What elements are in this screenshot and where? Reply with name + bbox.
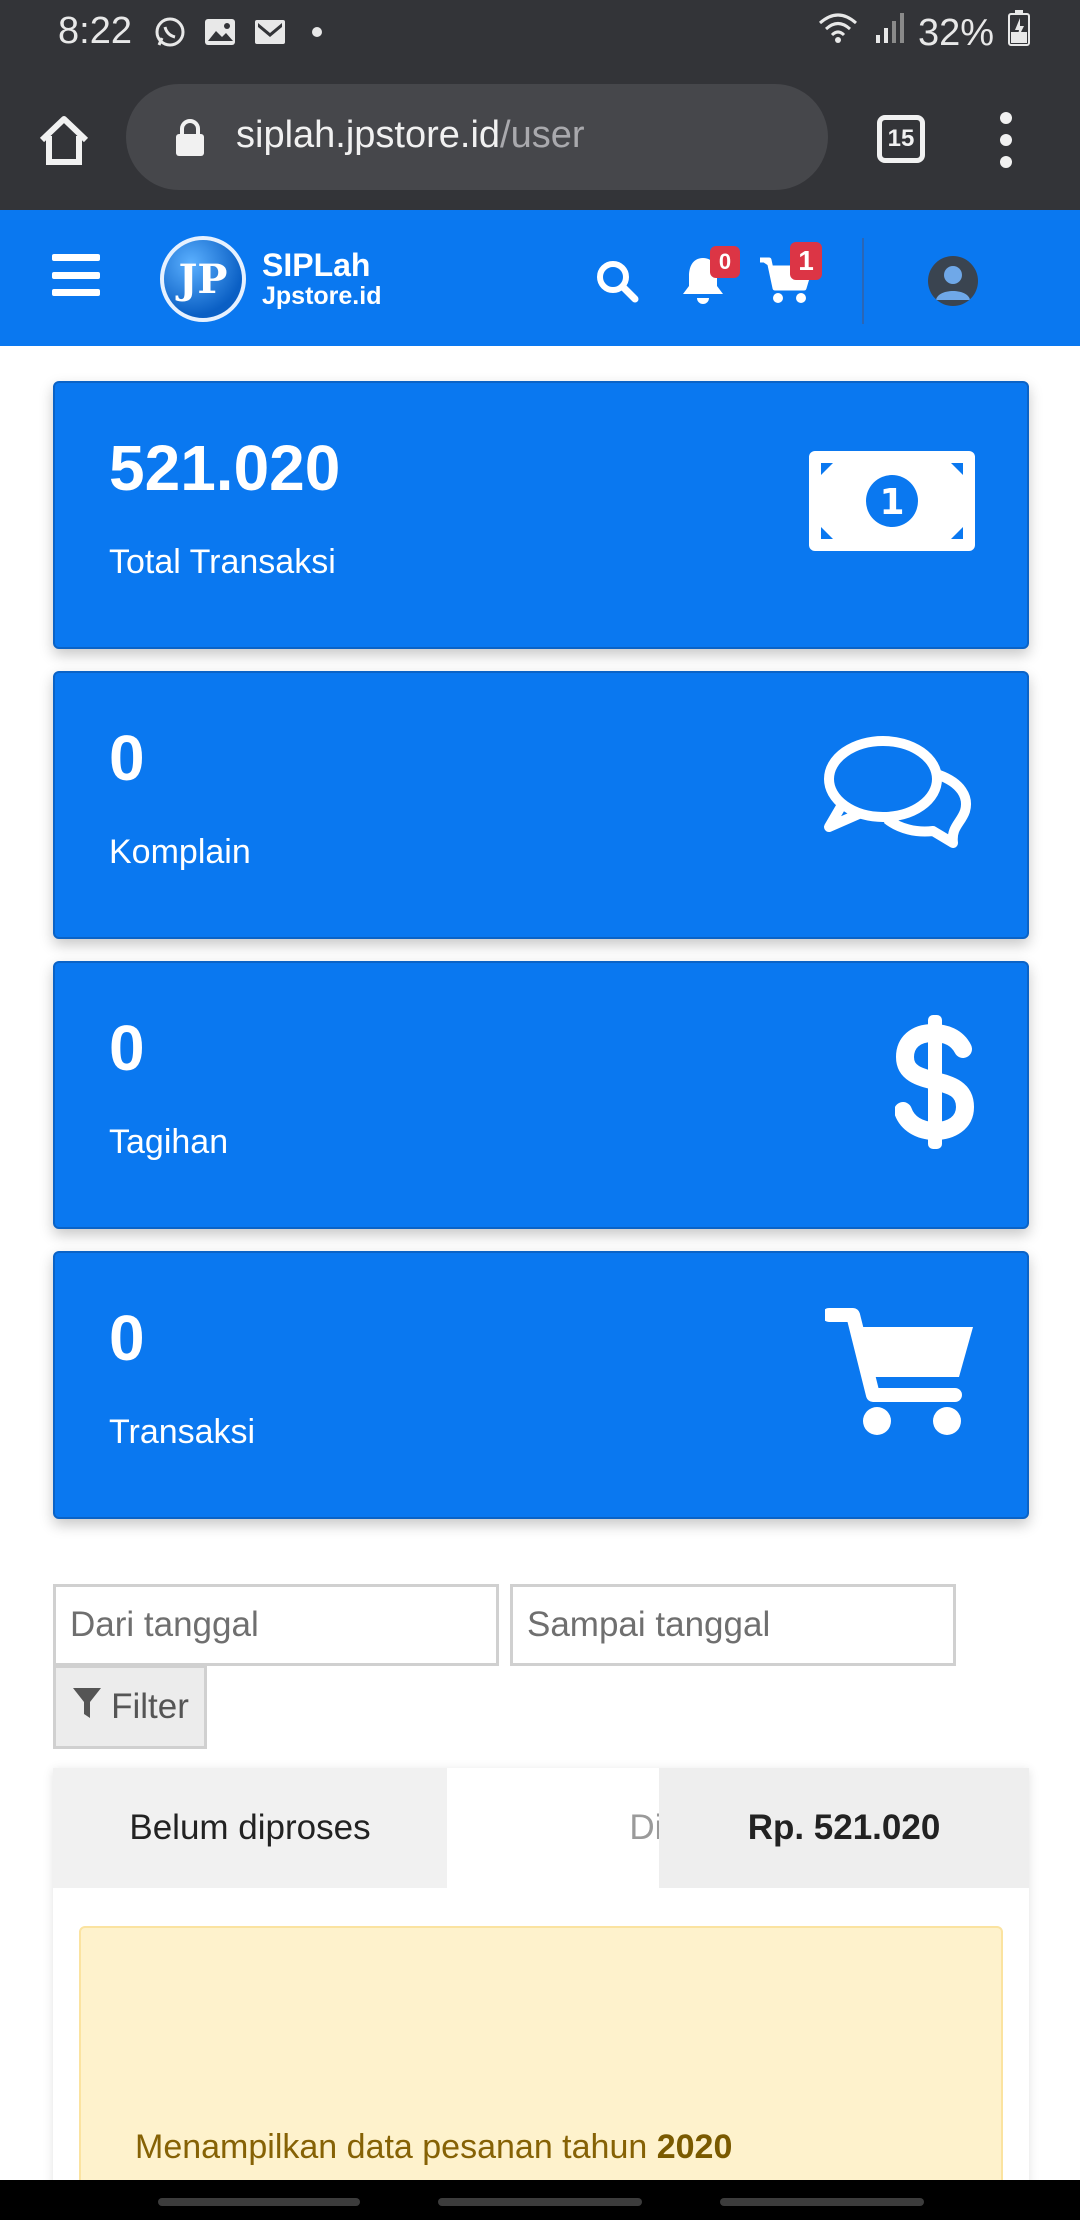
- more-notifications-dot: [312, 27, 322, 37]
- card-label: Komplain: [109, 833, 251, 871]
- date-to-input[interactable]: [510, 1584, 956, 1666]
- card-label: Tagihan: [109, 1123, 229, 1161]
- tab-switcher-button[interactable]: 15: [877, 115, 925, 163]
- battery-percentage: 32%: [917, 11, 994, 54]
- nav-recents-button[interactable]: [158, 2198, 360, 2206]
- image-icon: [202, 14, 238, 50]
- card-label: Transaksi: [109, 1413, 256, 1451]
- nav-home-button[interactable]: [438, 2198, 642, 2206]
- filter-button-label: Filter: [111, 1687, 189, 1726]
- app-header: JP SIPLah Jpstore.id 0 1: [0, 210, 1080, 346]
- logo-text[interactable]: SIPLah Jpstore.id: [262, 248, 381, 310]
- battery-icon: [1008, 10, 1030, 56]
- url-path: /user: [500, 114, 585, 156]
- comments-icon: [821, 731, 975, 856]
- year-notice: Menampilkan data pesanan tahun 2020: [79, 1926, 1003, 2220]
- wifi-icon: [816, 11, 860, 55]
- logo-mark[interactable]: JP: [160, 236, 246, 322]
- card-value: 0: [109, 1302, 145, 1374]
- notice-message: Menampilkan data pesanan tahun: [135, 2128, 657, 2166]
- notice-year: 2020: [656, 2128, 733, 2166]
- card-tagihan[interactable]: 0 Tagihan: [53, 961, 1029, 1229]
- card-value: 0: [109, 1012, 145, 1084]
- orders-panel: Belum diproses Dipro Rp. 521.020 Menampi…: [53, 1768, 1029, 2220]
- address-bar[interactable]: siplah.jpstore.id/user: [126, 84, 828, 190]
- filter-button[interactable]: Filter: [53, 1665, 207, 1749]
- card-komplain[interactable]: 0 Komplain: [53, 671, 1029, 939]
- system-status: 32%: [816, 10, 1030, 56]
- money-bill-icon: 1: [809, 451, 975, 556]
- cart-count-badge: 1: [790, 242, 822, 280]
- tab-belum-diproses[interactable]: Belum diproses: [53, 1768, 447, 1888]
- card-value: 521.020: [109, 432, 341, 504]
- url-text: siplah.jpstore.id/user: [236, 114, 585, 157]
- nav-back-button[interactable]: [720, 2198, 924, 2206]
- notice-text: Menampilkan data pesanan tahun 2020: [135, 2128, 732, 2167]
- browser-toolbar: siplah.jpstore.id/user 15: [0, 68, 1080, 210]
- card-label: Total Transaksi: [109, 543, 336, 581]
- navigation-bar: [0, 2180, 1080, 2220]
- card-value: 0: [109, 722, 145, 794]
- hamburger-menu-icon[interactable]: [52, 254, 100, 296]
- card-total-transaksi[interactable]: 521.020 Total Transaksi 1: [53, 381, 1029, 649]
- dollar-sign-icon: [894, 1015, 975, 1154]
- logo-title: SIPLah: [262, 247, 371, 283]
- notification-count-badge: 0: [710, 246, 740, 278]
- gmail-icon: [252, 14, 288, 50]
- signal-icon: [874, 11, 904, 55]
- card-transaksi[interactable]: 0 Transaksi: [53, 1251, 1029, 1519]
- home-icon[interactable]: [36, 112, 92, 168]
- browser-menu-icon[interactable]: [1000, 112, 1012, 168]
- logo-subtitle: Jpstore.id: [262, 282, 382, 310]
- status-time: 8:22: [58, 10, 132, 52]
- status-bar: 8:22 32%: [0, 0, 1080, 68]
- header-divider: [862, 238, 864, 324]
- date-from-input[interactable]: [53, 1584, 499, 1666]
- notification-icons: [152, 14, 322, 50]
- user-avatar-icon[interactable]: [928, 256, 978, 306]
- shopping-cart-icon: [822, 1305, 975, 1444]
- whatsapp-icon: [152, 14, 188, 50]
- url-host: siplah.jpstore.id: [236, 114, 501, 156]
- lock-icon: [174, 118, 206, 158]
- svg-text:1: 1: [879, 482, 904, 523]
- filter-icon: [71, 1686, 103, 1729]
- total-amount: Rp. 521.020: [659, 1768, 1029, 1888]
- search-icon[interactable]: [594, 258, 640, 304]
